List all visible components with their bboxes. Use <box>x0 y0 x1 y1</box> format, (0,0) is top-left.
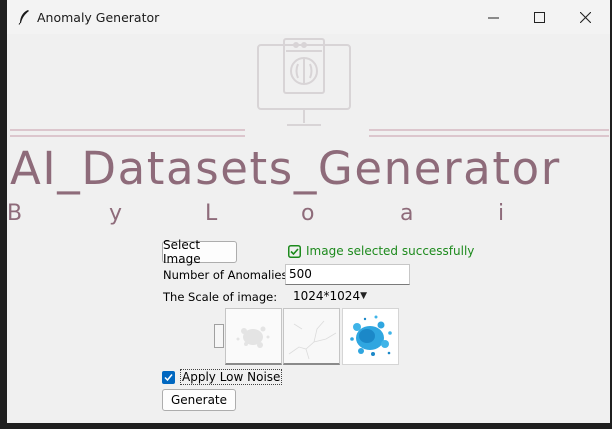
thumbnail-gray-cracks[interactable] <box>283 308 340 365</box>
byline-letter: B <box>7 201 23 226</box>
computer-brain-logo-icon <box>257 38 351 126</box>
status-text: Image selected successfully <box>306 244 475 258</box>
maximize-icon <box>533 11 545 23</box>
thumbnail-blue-splash[interactable] <box>342 308 399 365</box>
scale-dropdown[interactable]: 1024*1024 ▼ <box>290 287 370 305</box>
window-title: Anomaly Generator <box>37 10 160 25</box>
apply-noise-option[interactable]: Apply Low Noise <box>162 369 283 385</box>
maximize-button[interactable] <box>516 0 562 34</box>
anomalies-label: Number of Anomalies: <box>163 268 292 282</box>
scale-label: The Scale of image: <box>163 290 278 304</box>
byline-letter: i <box>498 201 505 226</box>
app-heading: AI_Datasets_Generator <box>10 142 561 195</box>
close-icon <box>579 11 591 23</box>
minimize-button[interactable] <box>470 0 516 34</box>
generate-button[interactable]: Generate <box>162 389 236 411</box>
byline-letter: L <box>205 201 218 226</box>
divider-right <box>369 129 609 131</box>
select-image-button[interactable]: Select Image <box>162 238 237 266</box>
app-window: Anomaly Generator AI_Datasets_Generator … <box>7 0 610 423</box>
byline-letter: o <box>301 201 315 226</box>
check-success-icon <box>288 244 301 258</box>
thumbnail-white-splash[interactable] <box>225 308 282 365</box>
apply-noise-checkbox[interactable] <box>162 370 175 384</box>
divider-left <box>10 135 245 137</box>
minimize-icon <box>487 17 499 18</box>
divider-right <box>369 135 609 137</box>
checkmark-icon <box>164 373 173 381</box>
byline-letter: y <box>109 201 123 226</box>
scale-value: 1024*1024 <box>293 289 361 303</box>
chevron-down-icon: ▼ <box>360 291 367 301</box>
close-button[interactable] <box>562 0 608 34</box>
byline-letter: a <box>400 201 414 226</box>
scroll-handle[interactable] <box>214 324 224 348</box>
status-message: Image selected successfully <box>288 244 474 258</box>
feather-icon <box>18 10 29 25</box>
apply-noise-label: Apply Low Noise <box>180 369 283 385</box>
divider-left <box>10 129 245 131</box>
title-bar: Anomaly Generator <box>7 0 610 34</box>
crack-texture-image <box>288 320 337 360</box>
main-content: AI_Datasets_Generator B y L o a i Select… <box>7 34 610 423</box>
blue-splash-image <box>350 315 392 356</box>
white-splash-image <box>236 326 270 348</box>
anomalies-input[interactable]: 500 <box>285 264 410 285</box>
